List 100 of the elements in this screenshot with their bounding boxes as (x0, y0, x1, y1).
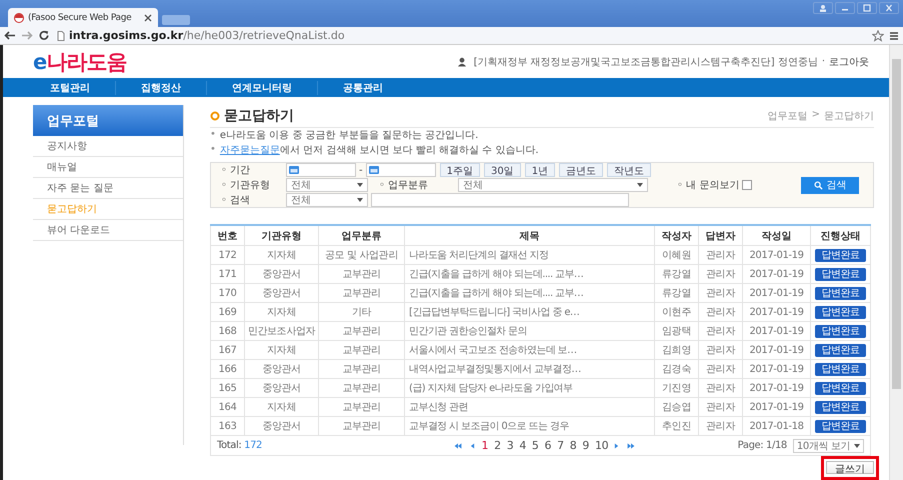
next-page-icon[interactable] (614, 442, 620, 449)
write-button[interactable]: 글쓰기 (826, 461, 874, 474)
previous-page-icon[interactable] (470, 442, 476, 449)
table-cell: 중앙관서 (244, 264, 318, 284)
title-link[interactable]: 교부결정 시 보조금이 0으로 뜨는 경우 (404, 416, 654, 436)
title-link[interactable]: 서울시에서 국고보조 전송하였는데 보… (404, 340, 654, 360)
close-icon[interactable] (144, 14, 152, 22)
nav-item[interactable]: 집행정산 (116, 80, 207, 94)
table-cell: 관리자 (698, 246, 742, 265)
sidebar-item[interactable]: 뷰어 다운로드 (33, 220, 183, 241)
table-cell: 2017-01-19 (742, 322, 810, 341)
title-link[interactable]: 나라도움 처리단계의 결재선 지정 (404, 246, 654, 265)
field-label: ◦ 내 문의보기 (676, 179, 740, 192)
table-cell: 169 (210, 302, 244, 322)
range-button[interactable]: 1주일 (440, 163, 480, 178)
nav-item[interactable]: 연계모니터링 (207, 80, 318, 94)
faq-link[interactable]: 자주묻는질문 (220, 144, 280, 156)
category-select[interactable]: 전체 (458, 178, 648, 192)
maximize-icon[interactable] (857, 2, 877, 14)
search-scope-select[interactable]: 전체 (286, 193, 368, 208)
page-link[interactable]: 5 (532, 439, 539, 452)
title-link[interactable]: 민간기관 권한승인절차 문의 (404, 322, 654, 341)
logo[interactable]: e나라도움 (33, 48, 126, 76)
table-cell: 관리자 (698, 264, 742, 284)
calendar-icon[interactable] (368, 166, 379, 174)
sidebar-item[interactable]: 매뉴얼 (33, 157, 183, 178)
table-cell: 교부관리 (318, 398, 404, 417)
column-header: 진행상태 (810, 225, 870, 246)
separator-dot: · (822, 56, 825, 67)
table-cell: 추인진 (654, 416, 698, 436)
title-link[interactable]: 긴급(지출을 급하게 해야 되는데.... 교부… (404, 284, 654, 303)
page-size-select[interactable]: 10개씩 보기 (792, 438, 864, 453)
scrollbar[interactable] (889, 45, 903, 480)
table-cell: 167 (210, 340, 244, 360)
breadcrumb-current: 묻고답하기 (824, 110, 874, 123)
page-link[interactable]: 1 (481, 439, 488, 452)
table-cell: 관리자 (698, 322, 742, 341)
nav-item[interactable]: 공통관리 (318, 80, 408, 94)
keyword-field[interactable] (371, 193, 629, 208)
page-link[interactable]: 3 (506, 439, 514, 452)
table-cell: 2017-01-19 (742, 340, 810, 360)
breadcrumb-link[interactable]: 업무포털 (768, 108, 808, 123)
search-button[interactable]: 검색 (801, 176, 859, 194)
status-badge: 답변완료 (815, 248, 866, 262)
close-icon[interactable] (879, 2, 899, 14)
reload-icon[interactable] (38, 30, 50, 41)
nav-item[interactable]: 포털관리 (25, 80, 116, 94)
org-type-select[interactable]: 전체 (286, 178, 368, 192)
status-badge: 답변완료 (815, 382, 866, 395)
globe-icon (14, 12, 24, 22)
status-badge: 답변완료 (815, 324, 866, 338)
table-cell: 2017-01-19 (742, 264, 810, 284)
info-text: e나라도움 이용 중 궁금한 부분들을 질문하는 공간입니다. (220, 128, 478, 142)
circle-bullet-icon (210, 110, 220, 121)
range-button[interactable]: 1년 (524, 163, 556, 178)
title-link[interactable]: 교부신청 관련 (404, 398, 654, 417)
table-cell: 관리자 (698, 284, 742, 303)
title-link[interactable]: [긴급답변부탁드립니다] 국비사업 중 e… (404, 302, 654, 322)
title-link[interactable]: 내역사업교부결정및통지에서 교부결정… (404, 360, 654, 379)
title-link[interactable]: 긴급(지출을 급하게 해야 되는데.... 교부… (404, 264, 654, 284)
column-header: 답변자 (698, 225, 742, 246)
menu-icon[interactable] (889, 30, 899, 40)
range-button[interactable]: 작년도 (607, 163, 652, 178)
table-cell: 교부관리 (318, 340, 404, 360)
sidebar-item[interactable]: 공지사항 (33, 136, 183, 157)
browser-tab[interactable]: (Fasoo Secure Web Page (8, 8, 158, 27)
user-info: [기획재정부 재정정보공개및국고보조금통합관리시스템구축추진단] 정연중님 (474, 56, 818, 68)
table-cell: 지자체 (244, 246, 318, 265)
page-link[interactable]: 10 (594, 439, 608, 452)
page-link[interactable]: 9 (582, 439, 589, 452)
info-text: 자주묻는질문에서 먼저 검색해 보시면 보다 빨리 해결하실 수 있습니다. (220, 144, 539, 157)
back-icon[interactable] (4, 30, 16, 41)
page-link[interactable]: 2 (494, 439, 501, 452)
page-link[interactable]: 4 (519, 439, 526, 452)
page-link[interactable]: 8 (570, 439, 576, 452)
calendar-icon[interactable] (289, 166, 299, 174)
checkbox[interactable] (742, 180, 752, 190)
date-field[interactable] (286, 163, 356, 178)
table-cell: 2017-01-19 (742, 284, 810, 303)
user-icon[interactable] (813, 2, 833, 14)
first-page-icon[interactable] (452, 442, 464, 449)
page-link[interactable]: 7 (557, 439, 564, 452)
minimize-icon[interactable] (835, 2, 855, 14)
table-cell: 168 (210, 322, 244, 341)
table-cell: 류강열 (654, 264, 698, 284)
table-cell: 관리자 (698, 398, 742, 417)
logout-link[interactable]: 로그아웃 (829, 54, 869, 68)
title-link[interactable]: (급) 지자체 담당자 e나라도움 가입여부 (404, 378, 654, 398)
table-cell: 기진영 (654, 378, 698, 398)
sidebar-item[interactable]: 자주 묻는 질문 (33, 178, 183, 199)
table-cell: 교부관리 (318, 360, 404, 379)
table-cell: 중앙관서 (244, 378, 318, 398)
forward-icon[interactable] (21, 30, 33, 41)
page-link[interactable]: 6 (544, 439, 552, 452)
range-button[interactable]: 30일 (484, 163, 521, 178)
range-dash: - (359, 164, 363, 176)
star-icon[interactable] (872, 30, 884, 42)
field-label: ◦ 기관유형 (221, 179, 272, 192)
date-field[interactable] (366, 163, 436, 178)
range-button[interactable]: 금년도 (559, 163, 604, 178)
